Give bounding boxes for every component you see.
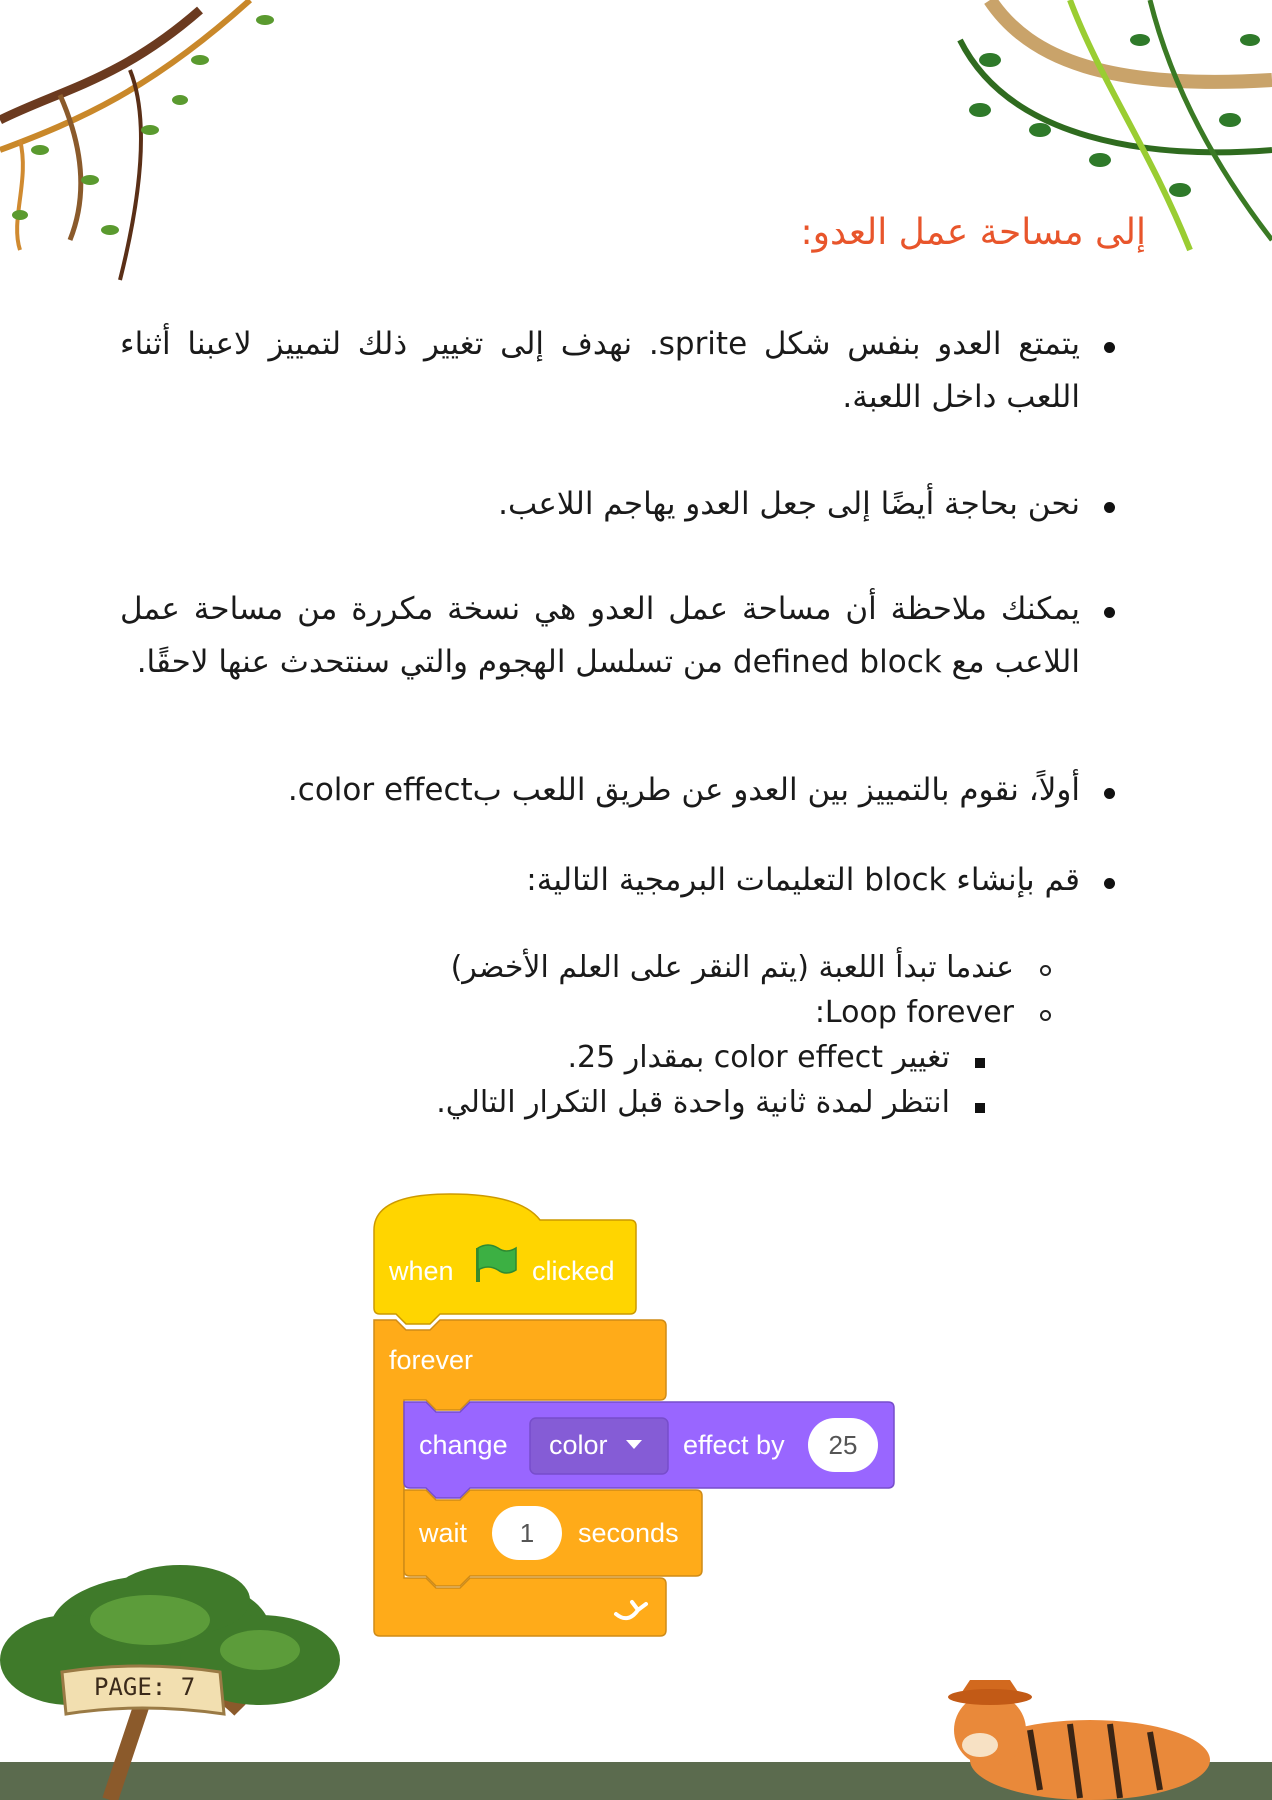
sub-sub-bullet-square [975, 1058, 985, 1068]
bullet-item: قم بإنشاء block التعليمات البرمجية التال… [120, 854, 1080, 907]
seconds-label: seconds [578, 1518, 679, 1548]
sub-bullet-circle [1040, 965, 1051, 976]
effect-by-label: effect by [683, 1430, 785, 1460]
bullet-dot [1104, 878, 1115, 889]
section-heading: إلى مساحة عمل العدو: [800, 212, 1146, 253]
bullet-item: يمكنك ملاحظة أن مساحة عمل العدو هي نسخة … [120, 583, 1080, 689]
bullet-text: قم بإنشاء block التعليمات البرمجية التال… [526, 862, 1080, 898]
tiger-illustration [948, 1680, 1210, 1800]
sub-sub-item: انتظر لمدة ثانية واحدة قبل التكرار التال… [436, 1085, 950, 1120]
bullet-dot [1104, 342, 1115, 353]
sub-sub-item: تغيير color effect بمقدار 25. [567, 1040, 950, 1075]
bullet-item: أولاً، نقوم بالتمييز بين العدو عن طريق ا… [120, 764, 1080, 817]
when-label: when [389, 1256, 454, 1286]
vine-decoration-top-left [0, 0, 274, 281]
bullet-item: نحن بحاجة أيضًا إلى جعل العدو يهاجم اللا… [120, 478, 1080, 531]
bullet-dot [1104, 502, 1115, 513]
clicked-label: clicked [532, 1256, 615, 1286]
change-label: change [419, 1430, 508, 1460]
bullet-dot [1104, 788, 1115, 799]
bullet-text: أولاً، نقوم بالتمييز بين العدو عن طريق ا… [287, 772, 1080, 808]
sub-sub-bullet-square [975, 1103, 985, 1113]
bullet-text: يمكنك ملاحظة أن مساحة عمل العدو هي نسخة … [120, 591, 1080, 680]
bullet-dot [1104, 607, 1115, 618]
color-dropdown-label[interactable]: color [549, 1430, 608, 1461]
wait-label: wait [419, 1518, 468, 1548]
sub-bullet-circle [1040, 1010, 1051, 1021]
page-number-label: PAGE: 7 [94, 1673, 196, 1701]
bullet-text: يتمتع العدو بنفس شكل sprite. نهدف إلى تغ… [120, 326, 1081, 415]
effect-value-input[interactable]: 25 [808, 1418, 878, 1472]
forever-label: forever [389, 1345, 474, 1375]
bullet-text: نحن بحاجة أيضًا إلى جعل العدو يهاجم اللا… [498, 486, 1080, 522]
bullet-item: يتمتع العدو بنفس شكل sprite. نهدف إلى تغ… [120, 318, 1080, 424]
wait-value-input[interactable]: 1 [492, 1506, 562, 1560]
sub-item: عندما تبدأ اللعبة (يتم النقر على العلم ا… [450, 950, 1014, 985]
sub-item: Loop forever: [814, 995, 1014, 1030]
